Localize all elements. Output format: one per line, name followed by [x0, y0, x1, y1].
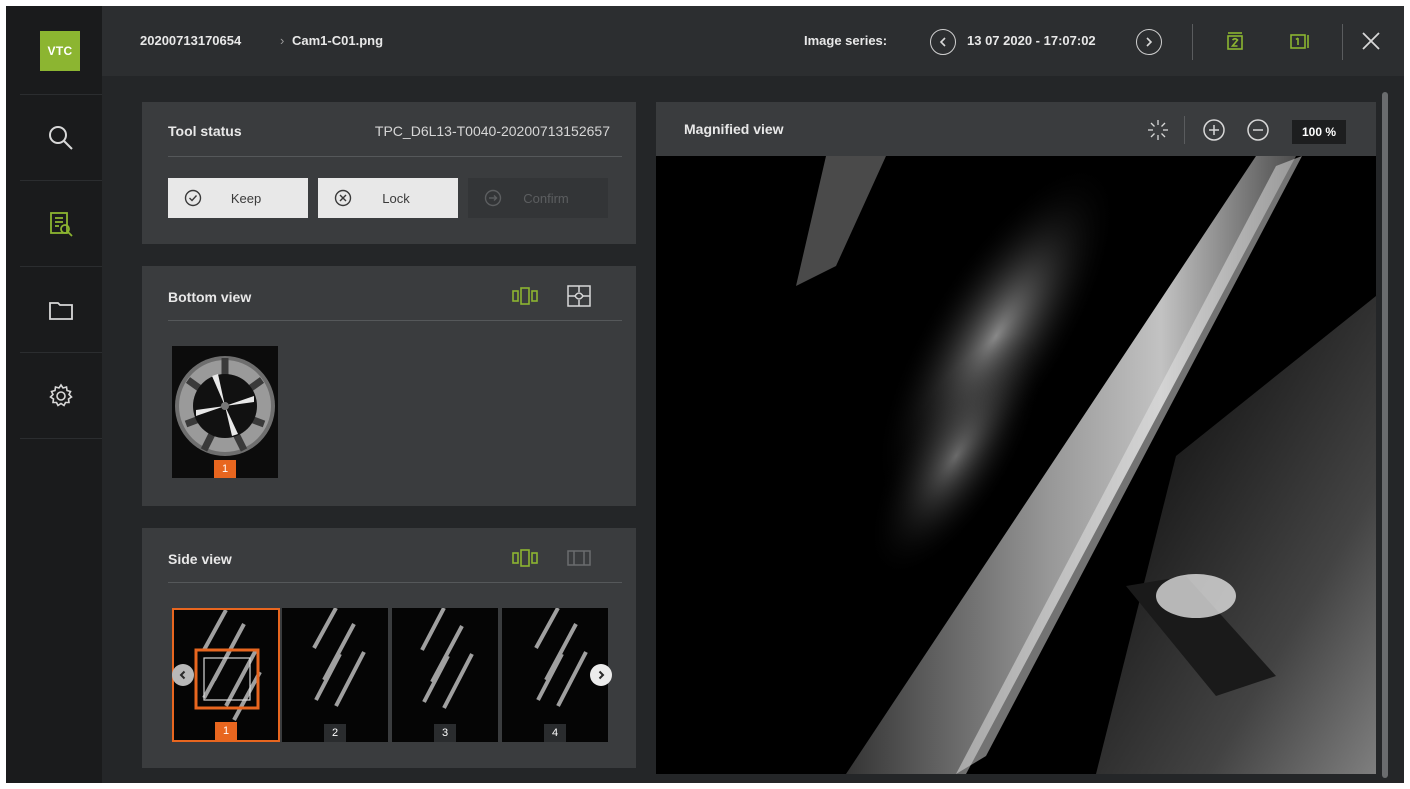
breadcrumb-file: Cam1-C01.png — [292, 33, 384, 48]
endmill-bottom-image — [172, 346, 278, 478]
image-series-label: Image series: — [804, 33, 888, 48]
magnified-view-header: Magnified view 100 % — [656, 102, 1376, 156]
stitch-view-icon[interactable] — [566, 284, 592, 308]
magnified-view-panel: Magnified view 100 % — [656, 102, 1376, 774]
sidebar-divider — [20, 438, 102, 439]
keep-button[interactable]: Keep — [168, 178, 308, 218]
bottom-view-panel: Bottom view 1 — [142, 266, 636, 506]
x-circle-icon — [334, 189, 352, 207]
lock-button-label: Lock — [382, 190, 410, 206]
image-series-date: 13 07 2020 - 17:07:02 — [967, 33, 1096, 48]
chevron-right-icon — [598, 670, 605, 680]
vertical-scrollbar[interactable] — [1382, 92, 1388, 778]
topbar-divider — [1342, 24, 1343, 60]
sidebar-item-search[interactable] — [20, 94, 102, 180]
thumbnails-next-button[interactable] — [590, 664, 612, 686]
tool-status-title: Tool status — [168, 123, 242, 139]
zoom-in-icon[interactable] — [1202, 118, 1226, 142]
camera-one-icon[interactable] — [1288, 30, 1310, 52]
check-circle-icon — [184, 189, 202, 207]
thumbnail-number: 1 — [214, 460, 236, 478]
thumbnail-number: 2 — [324, 724, 346, 742]
app-logo: VTC — [40, 31, 80, 71]
magnifier-icon — [49, 125, 73, 150]
breadcrumb-folder[interactable]: 20200713170654 — [140, 6, 241, 76]
bottom-view-title: Bottom view — [168, 289, 252, 305]
side-view-thumbnail[interactable]: 2 — [282, 608, 388, 742]
lock-button[interactable]: Lock — [318, 178, 458, 218]
sidebar-item-tool-inspection[interactable] — [20, 180, 102, 266]
zoom-level: 100 % — [1292, 120, 1346, 144]
arrow-circle-icon — [484, 189, 502, 207]
filmstrip-view-icon[interactable] — [512, 284, 538, 308]
sidebar: VTC — [6, 6, 102, 783]
endmill-side-image — [282, 608, 388, 742]
keep-button-label: Keep — [230, 190, 262, 206]
magnified-view-title: Magnified view — [684, 121, 784, 137]
tool-id: TPC_D6L13-T0040-20200713152657 — [374, 123, 610, 139]
endmill-side-image — [392, 608, 498, 742]
app-window: VTC 20200713170654 › Cam1-C01.png Image … — [6, 6, 1404, 783]
thumbnail-number: 4 — [544, 724, 566, 742]
list-magnifier-icon — [50, 211, 73, 237]
panorama-view-icon — [567, 550, 591, 566]
camera-two-icon[interactable] — [1224, 30, 1246, 52]
header-divider — [1184, 116, 1185, 144]
cutting-edge-closeup — [656, 156, 1376, 774]
close-icon[interactable] — [1360, 30, 1382, 52]
filmstrip-view-icon[interactable] — [512, 546, 538, 570]
topbar-divider — [1192, 24, 1193, 60]
thumbnail-number: 3 — [434, 724, 456, 742]
next-series-button[interactable] — [1136, 29, 1162, 55]
bottom-view-thumbnail[interactable]: 1 — [172, 346, 278, 478]
zoom-out-icon[interactable] — [1246, 118, 1270, 142]
top-bar: 20200713170654 › Cam1-C01.png Image seri… — [102, 6, 1404, 76]
previous-series-button[interactable] — [930, 29, 956, 55]
panel-divider — [168, 582, 622, 583]
panel-divider — [168, 320, 622, 321]
side-view-thumbnail[interactable]: 3 — [392, 608, 498, 742]
magnified-image[interactable] — [656, 156, 1376, 774]
chevron-right-icon — [1146, 37, 1153, 47]
breadcrumb-separator: › — [280, 33, 285, 48]
brightness-icon[interactable] — [1146, 118, 1170, 142]
sidebar-item-files[interactable] — [20, 266, 102, 352]
confirm-button-label: Confirm — [523, 190, 569, 206]
tool-status-panel: Tool status TPC_D6L13-T0040-202007131526… — [142, 102, 636, 244]
confirm-button: Confirm — [468, 178, 608, 218]
thumbnails-previous-button[interactable] — [172, 664, 194, 686]
gear-icon — [49, 383, 73, 407]
sidebar-item-settings[interactable] — [20, 352, 102, 438]
chevron-left-icon — [179, 670, 186, 680]
side-view-panel: Side view 1 2 3 4 — [142, 528, 636, 768]
panel-divider — [168, 156, 622, 157]
side-view-title: Side view — [168, 551, 232, 567]
thumbnail-number: 1 — [215, 722, 237, 740]
chevron-left-icon — [939, 37, 946, 47]
folder-icon — [49, 301, 73, 320]
